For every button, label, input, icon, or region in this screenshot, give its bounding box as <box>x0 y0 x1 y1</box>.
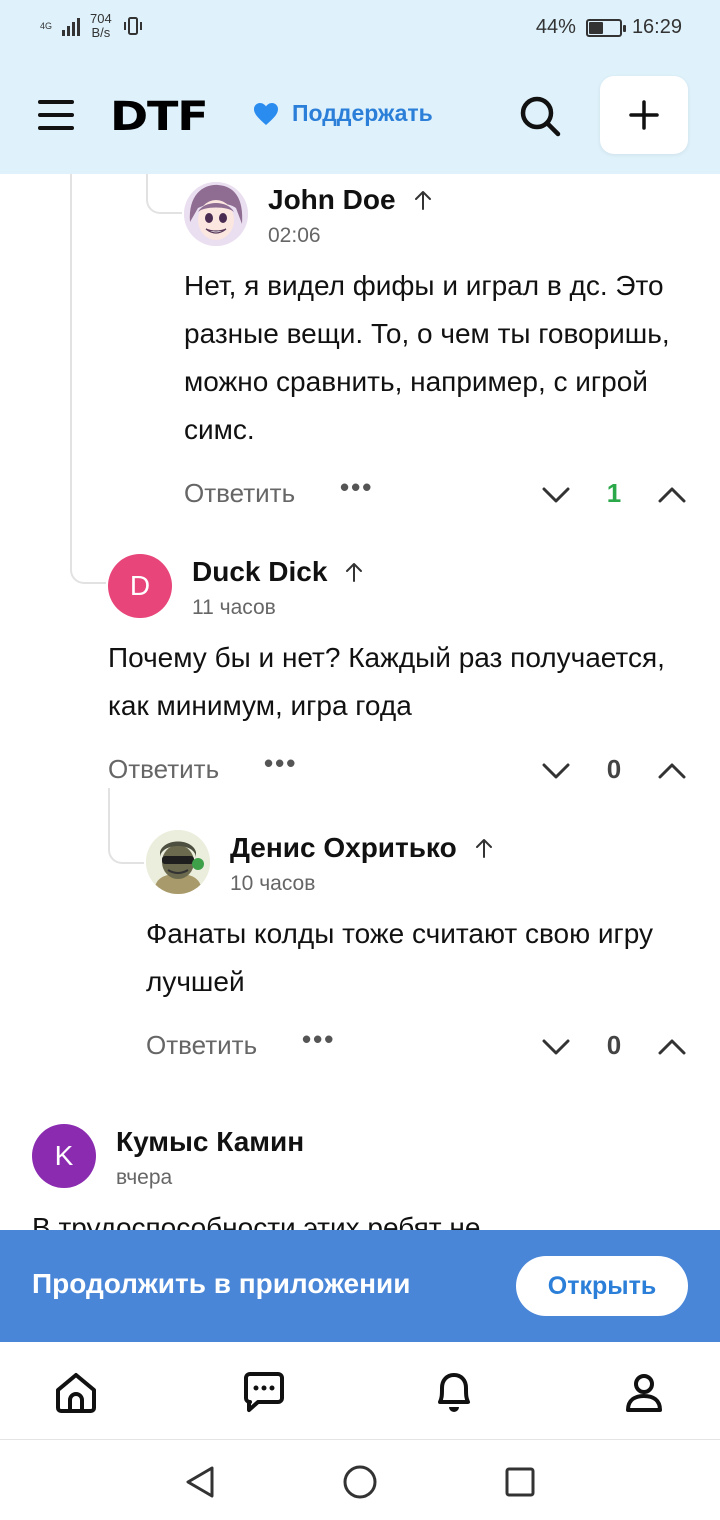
comment: Денис Охритько 10 часов Фанаты колды тож… <box>146 830 694 1074</box>
avatar-letter: K <box>54 1140 74 1171</box>
profile-icon[interactable] <box>620 1368 668 1416</box>
anime-girl-avatar <box>184 182 248 246</box>
plus-icon <box>629 100 659 130</box>
home-icon[interactable] <box>52 1368 100 1416</box>
avatar[interactable]: K <box>32 1124 96 1188</box>
status-bar: 4G 704 B/s 44% 16:29 <box>0 0 720 56</box>
chevron-up-icon[interactable] <box>658 1038 686 1056</box>
comment-author[interactable]: John Doe <box>268 184 396 216</box>
dtf-logo[interactable]: DTF <box>110 94 209 140</box>
more-icon[interactable]: ••• <box>302 1024 335 1055</box>
chevron-up-icon[interactable] <box>658 486 686 504</box>
continue-text: Продолжить в приложении <box>32 1268 411 1299</box>
menu-icon[interactable] <box>38 100 74 130</box>
support-button[interactable]: Поддержать <box>252 100 433 127</box>
signal-icon <box>62 16 81 36</box>
more-icon[interactable]: ••• <box>340 472 373 503</box>
chevron-down-icon[interactable] <box>542 762 570 780</box>
vote-count: 0 <box>606 1030 622 1060</box>
back-icon[interactable] <box>180 1462 220 1502</box>
comment-time: 02:06 <box>268 224 321 247</box>
network-speed: 704 B/s <box>90 11 112 40</box>
vote-count: 0 <box>606 754 622 784</box>
bell-icon[interactable] <box>430 1368 478 1416</box>
comment: D Duck Dick 11 часов Почему бы и нет? Ка… <box>108 554 694 798</box>
system-navigation <box>0 1440 720 1520</box>
support-label: Поддержать <box>292 100 433 126</box>
reply-button[interactable]: Ответить <box>108 754 219 785</box>
comment-text: Фанаты колды тоже считают свою игру лучш… <box>146 918 653 997</box>
vibrate-icon <box>123 17 142 35</box>
comments-feed: John Doe 02:06 Нет, я видел фифы и играл… <box>0 174 720 1230</box>
open-app-button[interactable]: Открыть <box>516 1256 688 1316</box>
reply-button[interactable]: Ответить <box>146 1030 257 1061</box>
app-header: DTF Поддержать <box>0 56 720 174</box>
chevron-up-icon[interactable] <box>658 762 686 780</box>
arrow-up-icon <box>475 839 492 858</box>
comment-time: вчера <box>116 1166 173 1189</box>
soldier-avatar <box>146 830 210 894</box>
arrow-up-icon <box>346 563 363 582</box>
comment-author[interactable]: Кумыс Камин <box>116 1126 304 1158</box>
network-type: 4G <box>40 21 53 31</box>
avatar[interactable] <box>146 830 210 894</box>
thread-line <box>108 788 144 864</box>
comment: John Doe 02:06 Нет, я видел фифы и играл… <box>184 182 694 522</box>
avatar[interactable]: D <box>108 554 172 618</box>
comment-author[interactable]: Денис Охритько <box>230 832 457 864</box>
battery-icon <box>585 18 626 37</box>
comment-time: 10 часов <box>230 872 316 895</box>
home-circle-icon[interactable] <box>340 1462 380 1502</box>
avatar[interactable] <box>184 182 248 246</box>
thread-line <box>70 174 106 584</box>
comment-text: Нет, я видел фифы и играл в дс. Это разн… <box>184 270 670 445</box>
clock: 16:29 <box>631 16 682 38</box>
search-icon[interactable] <box>516 92 564 140</box>
comment-text: Почему бы и нет? Каждый раз получается, … <box>108 642 665 721</box>
avatar-letter: D <box>129 570 151 601</box>
create-post-button[interactable] <box>600 76 688 154</box>
thread-line <box>146 174 182 214</box>
comment-time: 11 часов <box>192 596 276 619</box>
bottom-navigation <box>0 1342 720 1440</box>
reply-button[interactable]: Ответить <box>184 478 295 509</box>
recents-icon[interactable] <box>500 1462 540 1502</box>
more-icon[interactable]: ••• <box>264 748 297 779</box>
chevron-down-icon[interactable] <box>542 486 570 504</box>
continue-in-app-banner: Продолжить в приложении Открыть <box>0 1230 720 1342</box>
chat-icon[interactable] <box>240 1368 288 1416</box>
comment-author[interactable]: Duck Dick <box>192 556 327 588</box>
chevron-down-icon[interactable] <box>542 1038 570 1056</box>
comment: K Кумыс Камин вчера В трудоспособности э… <box>32 1124 694 1230</box>
heart-icon <box>254 102 278 125</box>
battery-percent: 44% <box>535 16 576 38</box>
arrow-up-icon <box>414 191 431 210</box>
comment-text: В трудоспособности этих ребят не <box>32 1212 481 1230</box>
vote-count: 1 <box>606 478 622 508</box>
